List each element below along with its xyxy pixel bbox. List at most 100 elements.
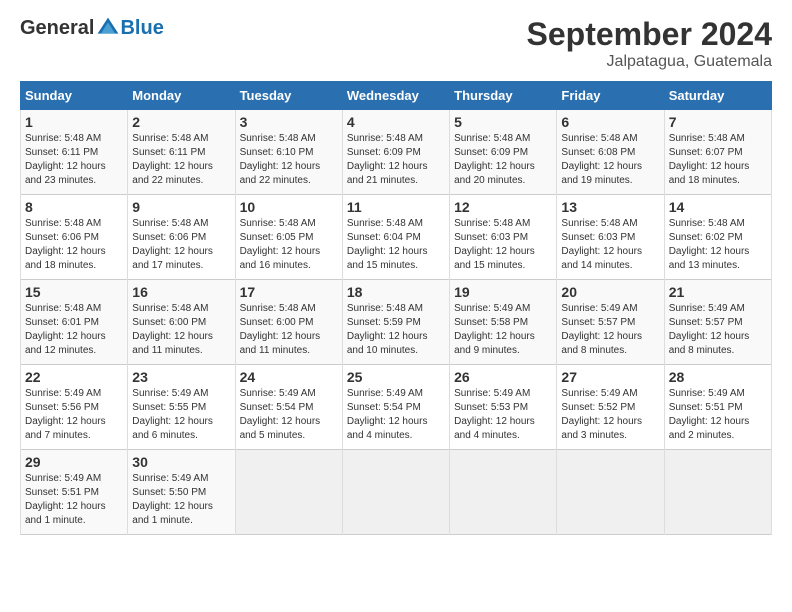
- daylight-minutes: and 9 minutes.: [454, 345, 520, 356]
- sunrise-label: Sunrise: 5:49 AM: [454, 388, 530, 399]
- sunset-label: Sunset: 6:11 PM: [25, 147, 98, 158]
- day-info: Sunrise: 5:49 AM Sunset: 5:58 PM Dayligh…: [454, 302, 552, 358]
- day-number: 17: [240, 284, 338, 300]
- day-info: Sunrise: 5:48 AM Sunset: 6:11 PM Dayligh…: [25, 132, 123, 188]
- calendar-day-cell: 16 Sunrise: 5:48 AM Sunset: 6:00 PM Dayl…: [128, 280, 235, 365]
- daylight-minutes: and 13 minutes.: [669, 260, 740, 271]
- sunset-label: Sunset: 5:57 PM: [669, 317, 743, 328]
- day-info: Sunrise: 5:49 AM Sunset: 5:52 PM Dayligh…: [561, 387, 659, 443]
- sunset-label: Sunset: 5:50 PM: [132, 487, 206, 498]
- calendar-day-cell: 18 Sunrise: 5:48 AM Sunset: 5:59 PM Dayl…: [342, 280, 449, 365]
- logo: General Blue: [20, 16, 164, 40]
- daylight-label: Daylight: 12 hours: [132, 416, 213, 427]
- daylight-label: Daylight: 12 hours: [454, 161, 535, 172]
- daylight-label: Daylight: 12 hours: [25, 161, 106, 172]
- sunrise-label: Sunrise: 5:48 AM: [132, 303, 208, 314]
- header-saturday: Saturday: [664, 82, 771, 110]
- calendar-day-cell: [450, 450, 557, 535]
- day-number: 7: [669, 114, 767, 130]
- calendar-day-cell: 1 Sunrise: 5:48 AM Sunset: 6:11 PM Dayli…: [21, 110, 128, 195]
- day-number: 3: [240, 114, 338, 130]
- header-thursday: Thursday: [450, 82, 557, 110]
- day-info: Sunrise: 5:48 AM Sunset: 6:08 PM Dayligh…: [561, 132, 659, 188]
- sunrise-label: Sunrise: 5:49 AM: [454, 303, 530, 314]
- sunset-label: Sunset: 5:51 PM: [669, 402, 743, 413]
- day-number: 14: [669, 199, 767, 215]
- sunrise-label: Sunrise: 5:48 AM: [561, 133, 637, 144]
- day-number: 20: [561, 284, 659, 300]
- daylight-minutes: and 16 minutes.: [240, 260, 311, 271]
- daylight-label: Daylight: 12 hours: [454, 331, 535, 342]
- daylight-label: Daylight: 12 hours: [669, 331, 750, 342]
- day-number: 5: [454, 114, 552, 130]
- daylight-label: Daylight: 12 hours: [669, 246, 750, 257]
- sunset-label: Sunset: 5:54 PM: [240, 402, 314, 413]
- daylight-label: Daylight: 12 hours: [240, 331, 321, 342]
- sunset-label: Sunset: 6:09 PM: [454, 147, 528, 158]
- sunrise-label: Sunrise: 5:48 AM: [347, 133, 423, 144]
- day-number: 12: [454, 199, 552, 215]
- day-info: Sunrise: 5:48 AM Sunset: 6:02 PM Dayligh…: [669, 217, 767, 273]
- daylight-minutes: and 11 minutes.: [240, 345, 310, 356]
- daylight-label: Daylight: 12 hours: [25, 331, 106, 342]
- sunset-label: Sunset: 5:59 PM: [347, 317, 421, 328]
- daylight-minutes: and 8 minutes.: [561, 345, 627, 356]
- daylight-label: Daylight: 12 hours: [240, 416, 321, 427]
- daylight-minutes: and 15 minutes.: [347, 260, 418, 271]
- sunrise-label: Sunrise: 5:49 AM: [240, 388, 316, 399]
- daylight-minutes: and 22 minutes.: [132, 175, 203, 186]
- daylight-minutes: and 19 minutes.: [561, 175, 632, 186]
- calendar-day-cell: 10 Sunrise: 5:48 AM Sunset: 6:05 PM Dayl…: [235, 195, 342, 280]
- calendar-week-row: 22 Sunrise: 5:49 AM Sunset: 5:56 PM Dayl…: [21, 365, 772, 450]
- day-info: Sunrise: 5:48 AM Sunset: 6:09 PM Dayligh…: [347, 132, 445, 188]
- sunset-label: Sunset: 6:00 PM: [132, 317, 206, 328]
- day-number: 6: [561, 114, 659, 130]
- sunrise-label: Sunrise: 5:48 AM: [454, 218, 530, 229]
- sunset-label: Sunset: 6:07 PM: [669, 147, 743, 158]
- calendar-day-cell: 2 Sunrise: 5:48 AM Sunset: 6:11 PM Dayli…: [128, 110, 235, 195]
- month-title: September 2024: [527, 16, 772, 53]
- day-number: 13: [561, 199, 659, 215]
- daylight-minutes: and 18 minutes.: [669, 175, 740, 186]
- day-number: 16: [132, 284, 230, 300]
- sunrise-label: Sunrise: 5:48 AM: [669, 218, 745, 229]
- daylight-minutes: and 1 minute.: [25, 515, 86, 526]
- calendar-day-cell: 24 Sunrise: 5:49 AM Sunset: 5:54 PM Dayl…: [235, 365, 342, 450]
- calendar-day-cell: 14 Sunrise: 5:48 AM Sunset: 6:02 PM Dayl…: [664, 195, 771, 280]
- day-number: 1: [25, 114, 123, 130]
- sunrise-label: Sunrise: 5:49 AM: [25, 388, 101, 399]
- calendar-day-cell: 13 Sunrise: 5:48 AM Sunset: 6:03 PM Dayl…: [557, 195, 664, 280]
- calendar-day-cell: [557, 450, 664, 535]
- sunrise-label: Sunrise: 5:48 AM: [240, 303, 316, 314]
- day-info: Sunrise: 5:49 AM Sunset: 5:54 PM Dayligh…: [240, 387, 338, 443]
- calendar-day-cell: [342, 450, 449, 535]
- day-number: 21: [669, 284, 767, 300]
- daylight-minutes: and 14 minutes.: [561, 260, 632, 271]
- day-number: 2: [132, 114, 230, 130]
- daylight-label: Daylight: 12 hours: [25, 501, 106, 512]
- calendar-day-cell: 9 Sunrise: 5:48 AM Sunset: 6:06 PM Dayli…: [128, 195, 235, 280]
- daylight-label: Daylight: 12 hours: [132, 501, 213, 512]
- calendar-day-cell: 23 Sunrise: 5:49 AM Sunset: 5:55 PM Dayl…: [128, 365, 235, 450]
- calendar-day-cell: 17 Sunrise: 5:48 AM Sunset: 6:00 PM Dayl…: [235, 280, 342, 365]
- daylight-label: Daylight: 12 hours: [347, 331, 428, 342]
- sunset-label: Sunset: 6:04 PM: [347, 232, 421, 243]
- header-sunday: Sunday: [21, 82, 128, 110]
- day-number: 29: [25, 454, 123, 470]
- day-info: Sunrise: 5:48 AM Sunset: 6:05 PM Dayligh…: [240, 217, 338, 273]
- sunset-label: Sunset: 5:57 PM: [561, 317, 635, 328]
- daylight-label: Daylight: 12 hours: [454, 246, 535, 257]
- calendar-table: Sunday Monday Tuesday Wednesday Thursday…: [20, 81, 772, 535]
- daylight-label: Daylight: 12 hours: [132, 246, 213, 257]
- sunrise-label: Sunrise: 5:48 AM: [132, 133, 208, 144]
- day-number: 11: [347, 199, 445, 215]
- sunset-label: Sunset: 5:54 PM: [347, 402, 421, 413]
- sunrise-label: Sunrise: 5:49 AM: [669, 388, 745, 399]
- sunset-label: Sunset: 6:09 PM: [347, 147, 421, 158]
- daylight-label: Daylight: 12 hours: [669, 161, 750, 172]
- day-info: Sunrise: 5:49 AM Sunset: 5:50 PM Dayligh…: [132, 472, 230, 528]
- calendar-day-cell: 27 Sunrise: 5:49 AM Sunset: 5:52 PM Dayl…: [557, 365, 664, 450]
- sunset-label: Sunset: 6:02 PM: [669, 232, 743, 243]
- sunset-label: Sunset: 5:58 PM: [454, 317, 528, 328]
- sunrise-label: Sunrise: 5:48 AM: [25, 218, 101, 229]
